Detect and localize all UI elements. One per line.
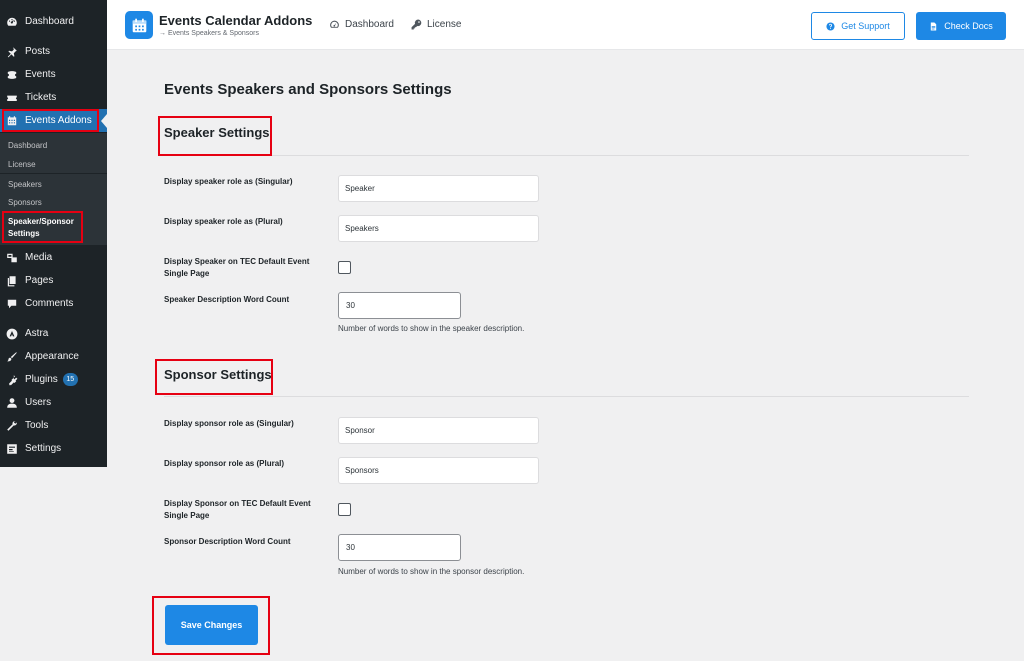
get-support-label: Get Support — [841, 21, 890, 31]
sponsor-word-count-input[interactable] — [338, 534, 461, 561]
sidebar-item-media[interactable]: Media — [0, 246, 107, 269]
submenu-item-speakers[interactable]: Speakers — [8, 180, 42, 189]
speaker-singular-label: Display speaker role as (Singular) — [164, 177, 293, 186]
plugin-header: Events Calendar Addons → Events Speakers… — [107, 0, 1024, 50]
sidebar-item-label: Tickets — [25, 92, 57, 103]
sidebar-item-label: Appearance — [25, 351, 79, 362]
save-changes-button[interactable]: Save Changes — [165, 605, 258, 645]
sidebar-item-label: Plugins — [25, 374, 58, 385]
sidebar-item-pages[interactable]: Pages — [0, 269, 107, 292]
events-icon — [5, 68, 19, 82]
submenu-item-license[interactable]: License — [8, 160, 36, 169]
brush-icon — [5, 350, 19, 364]
sponsor-display-label: Display Sponsor on TEC Default Event Sin… — [164, 499, 311, 520]
submenu-item-speaker-sponsor-settings[interactable]: Speaker/Sponsor Settings — [8, 216, 82, 240]
speaker-plural-label: Display speaker role as (Plural) — [164, 217, 283, 226]
sidebar-item-tools[interactable]: Tools — [0, 414, 107, 437]
calendar-logo-icon — [125, 11, 153, 39]
sidebar-item-settings[interactable]: Settings — [0, 437, 107, 460]
sponsor-word-count-label: Sponsor Description Word Count — [164, 537, 291, 546]
sidebar-item-posts[interactable]: Posts — [0, 40, 107, 63]
sidebar-item-label: Dashboard — [25, 16, 74, 27]
check-docs-button[interactable]: Check Docs — [916, 12, 1006, 40]
plugin-icon — [5, 373, 19, 387]
pages-icon — [5, 274, 19, 288]
media-icon — [5, 251, 19, 265]
users-icon — [5, 396, 19, 410]
sidebar-item-label: Settings — [25, 443, 62, 454]
sidebar-item-events[interactable]: Events — [0, 63, 107, 86]
sidebar-item-label: Events Addons — [25, 115, 92, 126]
sidebar-item-label: Tools — [25, 420, 49, 431]
key-icon — [411, 19, 427, 30]
sponsor-plural-label: Display sponsor role as (Plural) — [164, 459, 285, 468]
settings-page: Events Speakers and Sponsors Settings Sp… — [107, 51, 1024, 661]
sidebar-item-events-addons[interactable]: Events Addons — [0, 109, 107, 132]
sidebar-item-label: Astra — [25, 328, 49, 339]
question-circle-icon — [826, 21, 841, 31]
submenu-item-sponsors[interactable]: Sponsors — [8, 198, 42, 207]
gauge-icon — [329, 19, 345, 30]
speaker-display-checkbox[interactable] — [338, 261, 351, 274]
sponsor-settings-heading: Sponsor Settings — [164, 367, 272, 382]
page-title: Events Speakers and Sponsors Settings — [164, 81, 452, 98]
check-docs-label: Check Docs — [944, 21, 993, 31]
plugins-update-badge: 15 — [62, 373, 78, 386]
sidebar-item-label: Posts — [25, 46, 51, 57]
sponsor-word-count-description: Number of words to show in the sponsor d… — [338, 567, 525, 576]
sidebar-item-tickets[interactable]: Tickets — [0, 86, 107, 109]
sidebar-item-label: Events — [25, 69, 56, 80]
sidebar-item-dashboard[interactable]: Dashboard — [0, 10, 107, 33]
sponsor-plural-input[interactable] — [338, 457, 539, 484]
admin-sidebar: Dashboard Posts Events Tickets Events Ad… — [0, 0, 107, 467]
submenu-item-dashboard[interactable]: Dashboard — [8, 141, 47, 150]
section-divider — [164, 396, 969, 397]
speaker-display-label: Display Speaker on TEC Default Event Sin… — [164, 257, 310, 278]
sidebar-item-appearance[interactable]: Appearance — [0, 345, 107, 368]
sponsor-display-checkbox[interactable] — [338, 503, 351, 516]
speaker-singular-input[interactable] — [338, 175, 539, 202]
astra-icon — [5, 327, 19, 341]
sponsor-singular-input[interactable] — [338, 417, 539, 444]
settings-icon — [5, 442, 19, 456]
sidebar-item-label: Comments — [25, 298, 74, 309]
header-nav-label: License — [427, 19, 462, 30]
events-addons-submenu: Dashboard License Speakers Sponsors Spea… — [0, 133, 107, 245]
header-nav-dashboard[interactable]: Dashboard — [329, 19, 394, 30]
dashboard-icon — [5, 15, 19, 29]
sidebar-item-label: Pages — [25, 275, 54, 286]
speaker-word-count-input[interactable] — [338, 292, 461, 319]
ticket-icon — [5, 91, 19, 105]
sidebar-item-comments[interactable]: Comments — [0, 292, 107, 315]
sidebar-item-users[interactable]: Users — [0, 391, 107, 414]
sidebar-bottom-area — [0, 467, 107, 661]
document-icon — [929, 21, 944, 31]
header-nav-label: Dashboard — [345, 19, 394, 30]
sponsor-singular-label: Display sponsor role as (Singular) — [164, 419, 294, 428]
comments-icon — [5, 297, 19, 311]
pin-icon — [5, 45, 19, 59]
calendar-icon — [5, 114, 19, 128]
speaker-word-count-description: Number of words to show in the speaker d… — [338, 324, 525, 333]
speaker-word-count-label: Speaker Description Word Count — [164, 295, 290, 304]
sidebar-item-label: Users — [25, 397, 52, 408]
brand-title: Events Calendar Addons — [159, 13, 313, 28]
sidebar-item-label: Media — [25, 252, 53, 263]
section-divider — [164, 155, 969, 156]
submenu-divider — [0, 173, 107, 174]
brand-subtitle: → Events Speakers & Sponsors — [159, 30, 259, 37]
speaker-plural-input[interactable] — [338, 215, 539, 242]
sidebar-item-plugins[interactable]: Plugins 15 — [0, 368, 107, 391]
wrench-icon — [5, 419, 19, 433]
sidebar-item-astra[interactable]: Astra — [0, 322, 107, 345]
speaker-settings-heading: Speaker Settings — [164, 125, 270, 140]
header-nav-license[interactable]: License — [411, 19, 461, 30]
get-support-button[interactable]: Get Support — [811, 12, 905, 40]
